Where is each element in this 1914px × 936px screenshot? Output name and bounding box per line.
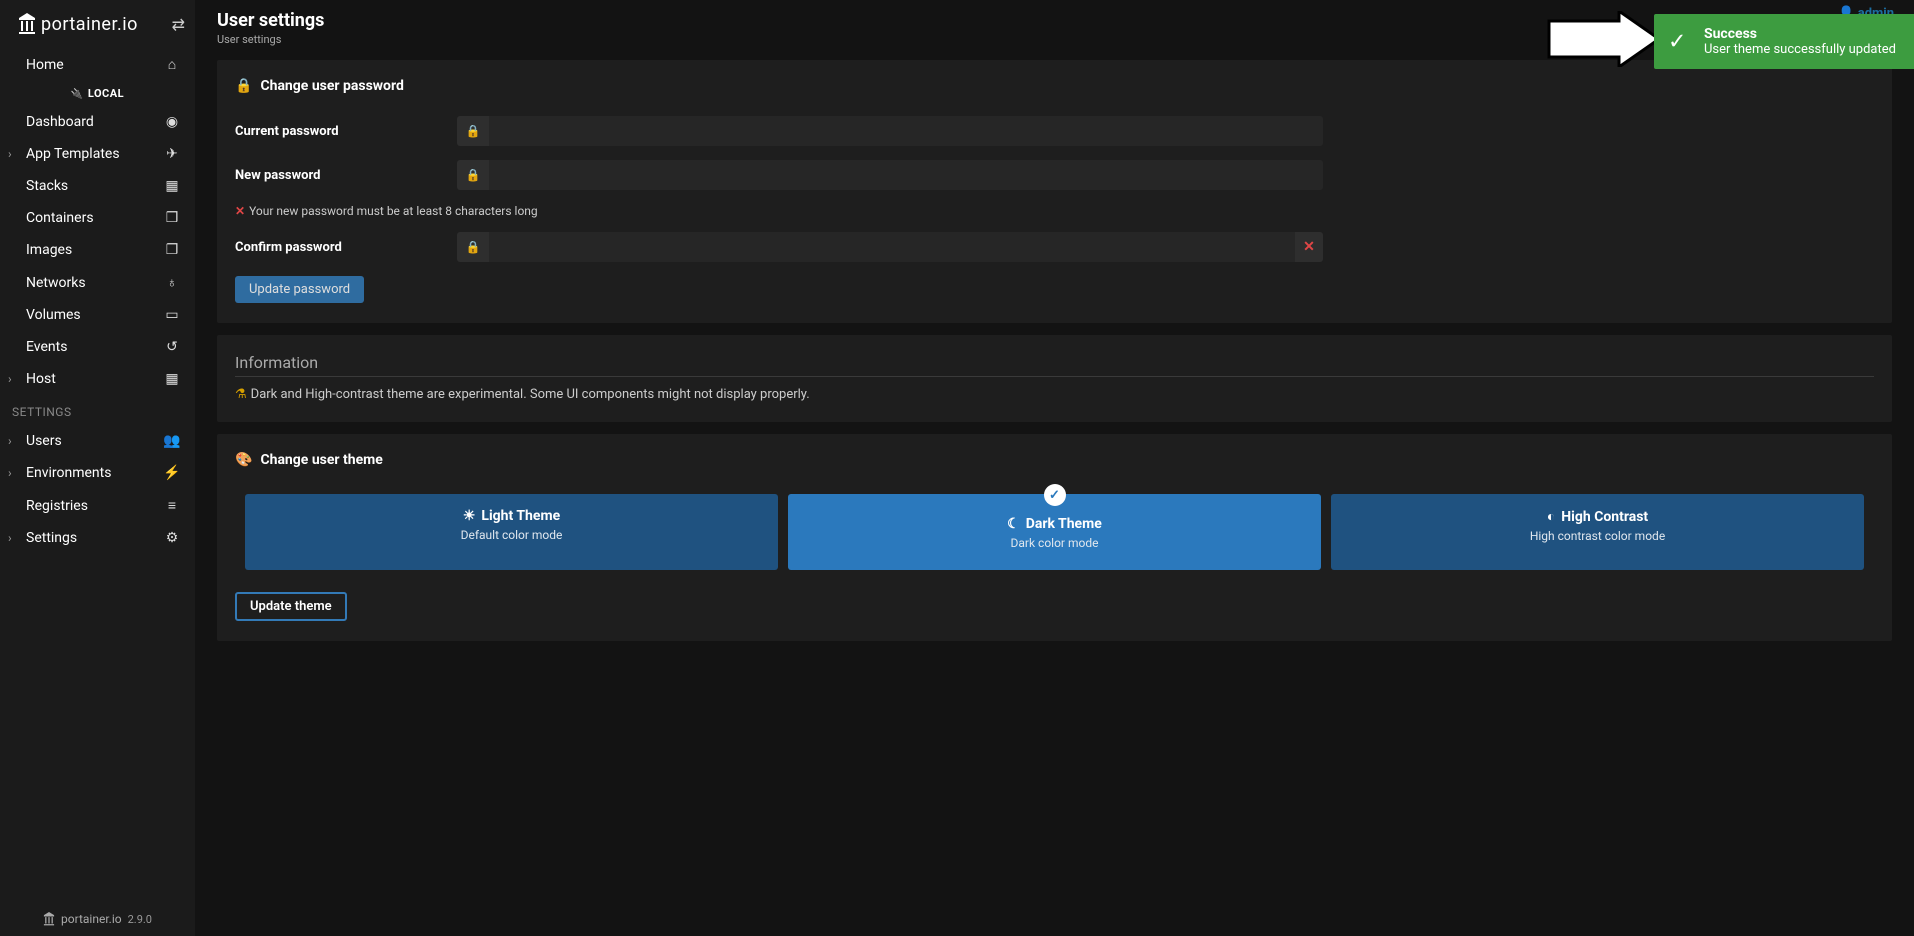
theme-options: ☀Light Theme Default color mode ✓ ☾Dark …: [245, 494, 1864, 570]
theme-option-high-contrast[interactable]: ◐High Contrast High contrast color mode: [1331, 494, 1864, 570]
sidebar-item-app-templates[interactable]: › App Templates ✈: [0, 138, 195, 170]
times-icon: ✕: [1295, 232, 1323, 262]
information-heading: Information: [235, 353, 1874, 377]
tachometer-icon: ◉: [163, 114, 181, 130]
rocket-icon: ✈: [163, 146, 181, 162]
chevron-right-icon: ›: [8, 466, 12, 480]
lock-icon: 🔒: [235, 78, 252, 94]
sidebar-item-networks[interactable]: Networks ♁: [0, 266, 195, 299]
new-password-label: New password: [235, 168, 457, 183]
history-icon: ↺: [163, 339, 181, 355]
theme-option-light[interactable]: ☀Light Theme Default color mode: [245, 494, 778, 570]
th-icon: ▦: [163, 371, 181, 387]
check-circle-icon: ✓: [1044, 484, 1066, 506]
confirm-password-row: Confirm password 🔒 ✕: [235, 232, 1874, 262]
chevron-right-icon: ›: [8, 434, 12, 448]
update-password-button[interactable]: Update password: [235, 276, 364, 303]
home-icon: ⌂: [163, 56, 181, 73]
change-theme-panel: 🎨 Change user theme ☀Light Theme Default…: [217, 434, 1892, 641]
sun-icon: ☀: [463, 508, 476, 524]
panel-title-password: 🔒 Change user password: [235, 78, 1874, 94]
clone-icon: ❐: [163, 242, 181, 258]
cogs-icon: ⚙: [163, 530, 181, 546]
sidebar-item-stacks[interactable]: Stacks ▦: [0, 170, 195, 202]
panel-title-theme: 🎨 Change user theme: [235, 452, 1874, 468]
confirm-password-label: Confirm password: [235, 240, 457, 255]
sidebar-toggle-icon[interactable]: ⇄: [172, 15, 185, 34]
password-validation: ✕Your new password must be at least 8 ch…: [235, 204, 1874, 218]
toast-message: User theme successfully updated: [1704, 42, 1896, 57]
th-list-icon: ▦: [163, 178, 181, 194]
footer-version: 2.9.0: [128, 913, 152, 926]
new-password-row: New password 🔒: [235, 160, 1874, 190]
current-password-row: Current password 🔒: [235, 116, 1874, 146]
plug-icon: ⚡: [163, 465, 181, 481]
sidebar-endpoint-label[interactable]: 🔌LOCAL: [0, 81, 195, 106]
adjust-icon: ◐: [1547, 508, 1555, 525]
chevron-right-icon: ›: [8, 531, 12, 545]
sidebar-item-settings[interactable]: › Settings ⚙: [0, 522, 195, 554]
database-icon: ≡: [163, 497, 181, 514]
sidebar-settings-heading: SETTINGS: [0, 395, 195, 425]
sidebar-item-events[interactable]: Events ↺: [0, 331, 195, 363]
sidebar-footer: portainer.io 2.9.0: [0, 912, 195, 926]
flask-icon: ⚗: [235, 387, 247, 402]
moon-icon: ☾: [1007, 516, 1020, 532]
sidebar-item-users[interactable]: › Users 👥: [0, 425, 195, 457]
brand-logo[interactable]: portainer.io: [18, 13, 138, 35]
sidebar-item-images[interactable]: Images ❐: [0, 234, 195, 266]
times-icon: ✕: [235, 204, 245, 218]
lock-icon: 🔒: [457, 232, 489, 262]
sidebar-item-environments[interactable]: › Environments ⚡: [0, 457, 195, 489]
plug-icon: 🔌: [71, 89, 84, 100]
footer-brand: portainer.io: [61, 912, 122, 926]
change-password-panel: 🔒 Change user password Current password …: [217, 60, 1892, 323]
lock-icon: 🔒: [457, 160, 489, 190]
new-password-input[interactable]: [489, 160, 1323, 190]
sidebar-item-home[interactable]: Home ⌂: [0, 48, 195, 81]
confirm-password-input[interactable]: [489, 232, 1295, 262]
main-content: User settings User settings 👤 admin my a…: [195, 0, 1914, 936]
logo-row: portainer.io ⇄: [0, 0, 195, 48]
check-icon: ✓: [1668, 29, 1686, 54]
annotation-arrow: [1544, 11, 1664, 67]
information-panel: Information ⚗Dark and High-contrast them…: [217, 335, 1892, 422]
sidebar-item-containers[interactable]: Containers ❒: [0, 202, 195, 234]
portainer-logo-icon: [18, 13, 36, 35]
theme-option-dark[interactable]: ✓ ☾Dark Theme Dark color mode: [788, 494, 1321, 570]
palette-icon: 🎨: [235, 452, 252, 468]
users-icon: 👥: [163, 433, 181, 449]
brand-name: portainer.io: [41, 14, 138, 35]
success-toast[interactable]: ✓ Success User theme successfully update…: [1654, 14, 1914, 69]
sidebar-item-host[interactable]: › Host ▦: [0, 363, 195, 395]
current-password-input[interactable]: [489, 116, 1323, 146]
sitemap-icon: ♁: [163, 274, 181, 291]
sidebar-item-dashboard[interactable]: Dashboard ◉: [0, 106, 195, 138]
portainer-logo-icon: [43, 912, 55, 926]
chevron-right-icon: ›: [8, 147, 12, 161]
lock-icon: 🔒: [457, 116, 489, 146]
toast-title: Success: [1704, 26, 1896, 42]
sidebar-item-volumes[interactable]: Volumes ▭: [0, 299, 195, 331]
sidebar: portainer.io ⇄ Home ⌂ 🔌LOCAL Dashboard ◉…: [0, 0, 195, 936]
current-password-label: Current password: [235, 124, 457, 139]
update-theme-button[interactable]: Update theme: [235, 592, 347, 621]
information-note: ⚗Dark and High-contrast theme are experi…: [235, 387, 1874, 402]
hdd-icon: ▭: [163, 307, 181, 323]
cubes-icon: ❒: [163, 210, 181, 226]
sidebar-item-registries[interactable]: Registries ≡: [0, 489, 195, 522]
chevron-right-icon: ›: [8, 372, 12, 386]
